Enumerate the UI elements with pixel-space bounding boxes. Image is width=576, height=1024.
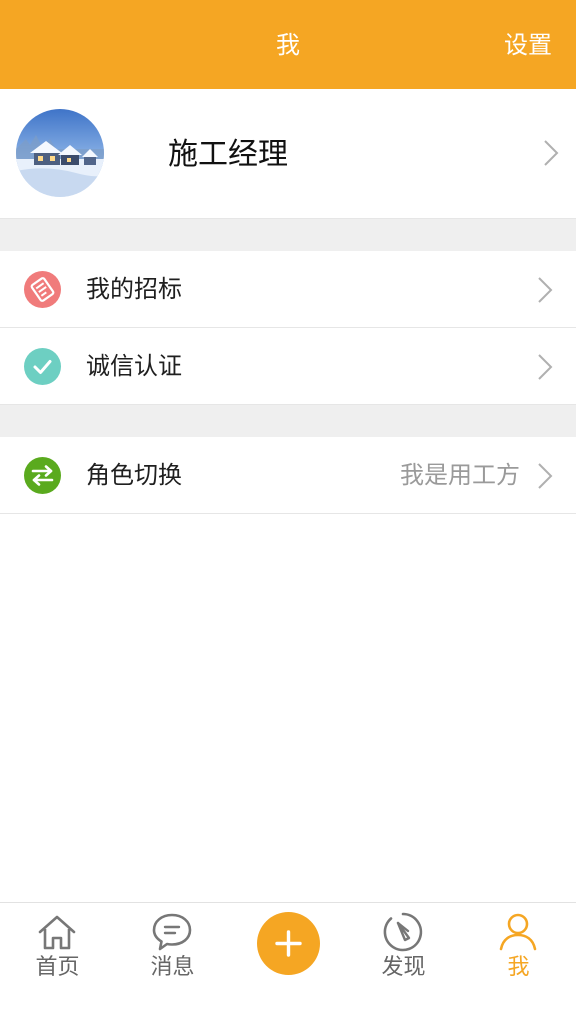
- tab-discover[interactable]: 发现: [346, 903, 461, 1003]
- menu-item-role-switch[interactable]: 角色切换 我是用工方: [0, 437, 576, 514]
- chevron-right-icon: [538, 354, 553, 380]
- compass-icon: [383, 912, 423, 952]
- section-divider: [0, 219, 576, 251]
- tab-home[interactable]: 首页: [0, 903, 115, 1003]
- bid-document-icon: [24, 271, 61, 308]
- menu-item-certification[interactable]: 诚信认证: [0, 328, 576, 405]
- menu-item-my-bids[interactable]: 我的招标: [0, 251, 576, 328]
- tab-label: 发现: [381, 955, 426, 980]
- menu-item-label: 诚信认证: [86, 352, 182, 380]
- top-nav-bar: 我 设置: [0, 0, 576, 89]
- settings-button[interactable]: 设置: [504, 29, 552, 61]
- user-role-name: 施工经理: [168, 137, 288, 172]
- section-divider: [0, 405, 576, 437]
- plus-icon: [275, 930, 302, 957]
- add-button[interactable]: [257, 912, 320, 975]
- profile-screen: 我 设置 施工经理 我的招标 诚信认证 角色切换 我是用工方 首页 消息 发现 …: [0, 0, 576, 1024]
- page-title: 我: [276, 31, 300, 59]
- home-icon: [38, 915, 76, 950]
- chevron-right-icon: [538, 463, 553, 489]
- current-role-value: 我是用工方: [400, 461, 520, 489]
- swap-arrows-icon: [24, 457, 61, 494]
- person-icon: [499, 913, 537, 951]
- tab-label: 消息: [150, 955, 195, 980]
- tab-messages[interactable]: 消息: [115, 903, 230, 1003]
- tab-me[interactable]: 我: [461, 903, 576, 1003]
- avatar[interactable]: [16, 109, 104, 197]
- checkmark-icon: [24, 348, 61, 385]
- tab-label: 首页: [35, 955, 80, 980]
- menu-item-label: 角色切换: [86, 461, 182, 489]
- chevron-right-icon: [538, 277, 553, 303]
- profile-card[interactable]: 施工经理: [0, 89, 576, 219]
- chevron-right-icon: [544, 140, 559, 166]
- bottom-tab-bar: 首页 消息 发现 我: [0, 902, 576, 1024]
- chat-bubble-icon: [152, 913, 192, 951]
- avatar-winter-house-image: [16, 109, 104, 197]
- menu-item-label: 我的招标: [86, 275, 182, 303]
- tab-label: 我: [507, 955, 530, 980]
